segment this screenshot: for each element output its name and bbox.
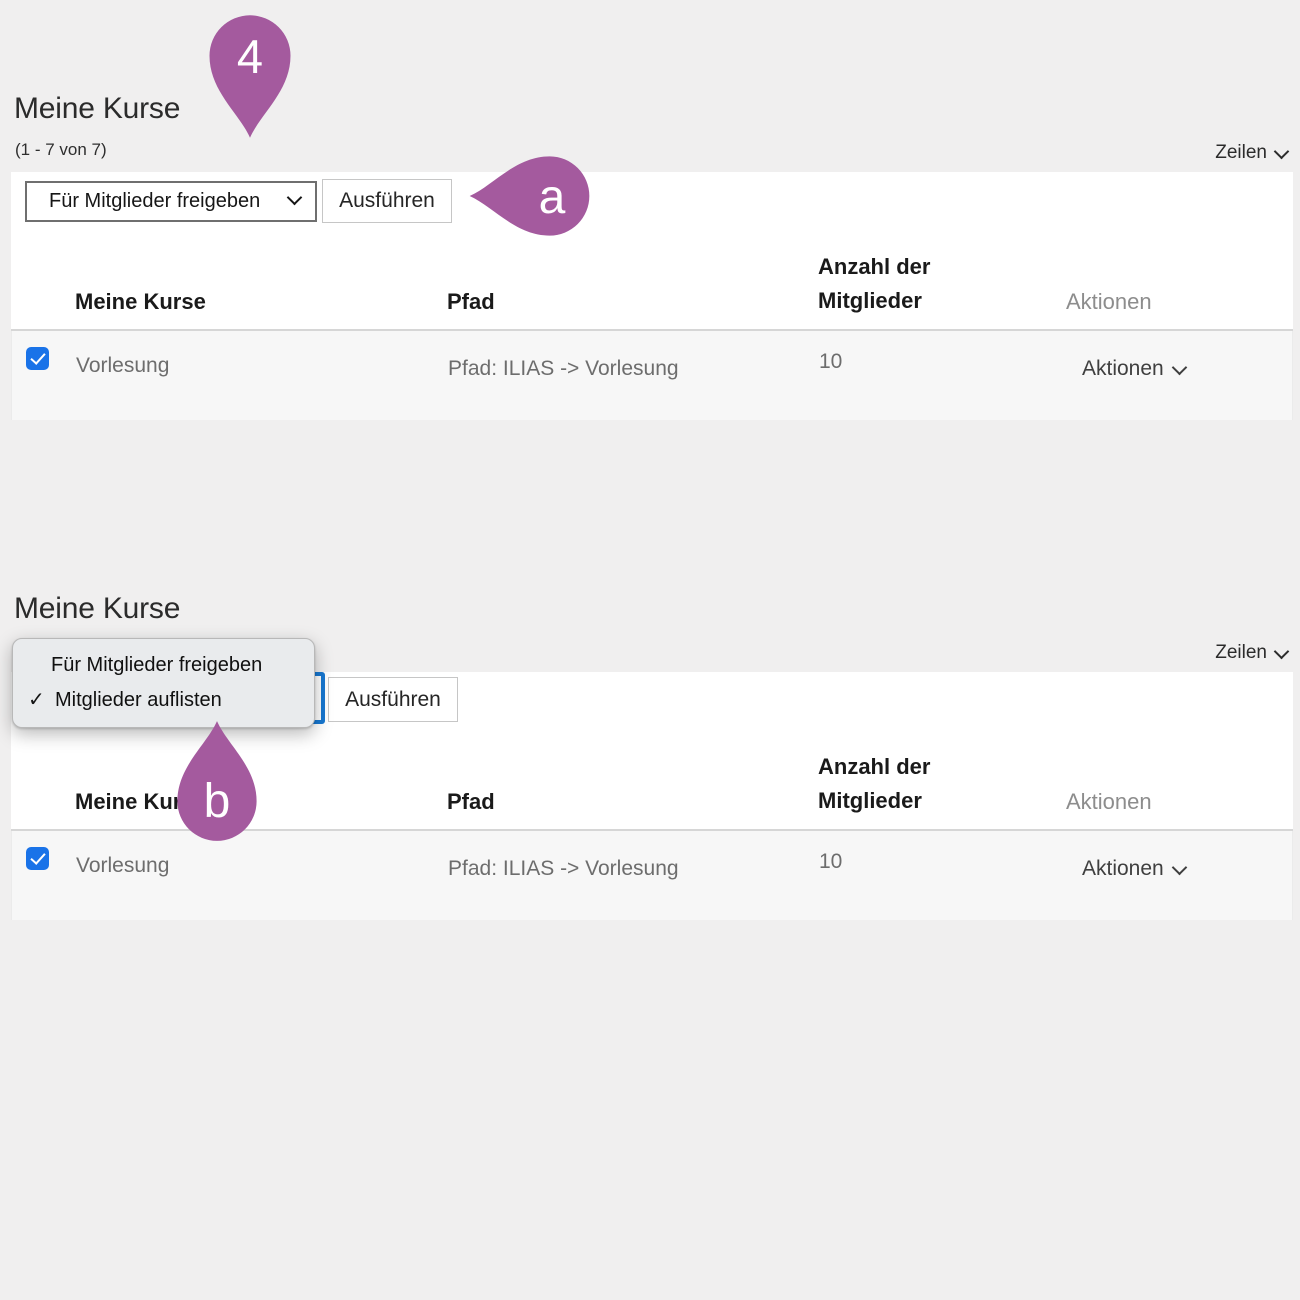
annotation-marker-a: a bbox=[464, 152, 595, 240]
marker-label: b bbox=[173, 778, 261, 826]
row-actions-dropdown[interactable]: Aktionen bbox=[1082, 857, 1185, 881]
column-header-path: Pfad bbox=[447, 289, 495, 315]
table-row: Vorlesung Pfad: ILIAS -> Vorlesung 10 Ak… bbox=[11, 331, 1293, 420]
menu-item-auflisten[interactable]: ✓ Mitglieder auflisten bbox=[13, 683, 314, 718]
column-header-member-count: Anzahl der Mitglieder bbox=[818, 250, 948, 318]
column-header-actions: Aktionen bbox=[1066, 289, 1152, 315]
course-title-cell: Vorlesung bbox=[76, 354, 169, 378]
execute-button-label: Ausführen bbox=[339, 189, 435, 213]
rows-dropdown[interactable]: Zeilen bbox=[1215, 642, 1287, 664]
course-title-cell: Vorlesung bbox=[76, 854, 169, 878]
checkmark-icon: ✓ bbox=[28, 687, 45, 712]
pagination-info: (1 - 7 von 7) bbox=[15, 140, 107, 160]
rows-dropdown[interactable]: Zeilen bbox=[1215, 142, 1287, 164]
annotation-marker-b: b bbox=[173, 716, 261, 846]
marker-label: a bbox=[526, 174, 578, 222]
page-title: Meine Kurse bbox=[14, 92, 180, 126]
row-actions-label: Aktionen bbox=[1082, 357, 1164, 381]
course-path-cell: Pfad: ILIAS -> Vorlesung bbox=[448, 857, 679, 881]
member-count-cell: 10 bbox=[819, 350, 842, 374]
execute-button-label: Ausführen bbox=[345, 688, 441, 712]
rows-dropdown-label: Zeilen bbox=[1215, 142, 1267, 164]
chevron-down-icon bbox=[1274, 643, 1290, 659]
execute-button[interactable]: Ausführen bbox=[322, 179, 452, 223]
chevron-down-icon bbox=[287, 190, 303, 206]
tutorial-screenshot: Meine Kurse (1 - 7 von 7) Zeilen Für Mit… bbox=[0, 0, 1300, 1300]
column-header-courses: Meine Kurse bbox=[75, 289, 206, 315]
chevron-down-icon bbox=[1274, 143, 1290, 159]
column-header-path: Pfad bbox=[447, 789, 495, 815]
course-path-cell: Pfad: ILIAS -> Vorlesung bbox=[448, 357, 679, 381]
rows-dropdown-label: Zeilen bbox=[1215, 642, 1267, 664]
menu-item-label: Für Mitglieder freigeben bbox=[51, 654, 262, 677]
bulk-action-select[interactable]: Für Mitglieder freigeben bbox=[25, 181, 317, 222]
bulk-action-select-value: Für Mitglieder freigeben bbox=[49, 190, 260, 213]
page-title: Meine Kurse bbox=[14, 592, 180, 626]
member-count-cell: 10 bbox=[819, 850, 842, 874]
courses-table-section-1: Meine Kurse (1 - 7 von 7) Zeilen Für Mit… bbox=[0, 90, 1300, 435]
menu-item-label: Mitglieder auflisten bbox=[55, 689, 222, 712]
annotation-marker-4: 4 bbox=[205, 10, 295, 143]
row-checkbox[interactable] bbox=[26, 847, 49, 870]
menu-item-freigeben[interactable]: Für Mitglieder freigeben bbox=[13, 648, 314, 683]
column-header-actions: Aktionen bbox=[1066, 789, 1152, 815]
chevron-down-icon bbox=[1171, 359, 1187, 375]
execute-button[interactable]: Ausführen bbox=[328, 677, 458, 722]
row-actions-label: Aktionen bbox=[1082, 857, 1164, 881]
chevron-down-icon bbox=[1171, 859, 1187, 875]
column-header-member-count: Anzahl der Mitglieder bbox=[818, 750, 948, 818]
table-panel: Für Mitglieder freigeben Ausführen Meine… bbox=[11, 172, 1293, 420]
table-header-area: Für Mitglieder freigeben Ausführen Meine… bbox=[11, 172, 1293, 331]
marker-label: 4 bbox=[205, 33, 295, 81]
bulk-action-open-menu: Für Mitglieder freigeben ✓ Mitglieder au… bbox=[12, 638, 315, 728]
row-actions-dropdown[interactable]: Aktionen bbox=[1082, 357, 1185, 381]
row-checkbox[interactable] bbox=[26, 347, 49, 370]
